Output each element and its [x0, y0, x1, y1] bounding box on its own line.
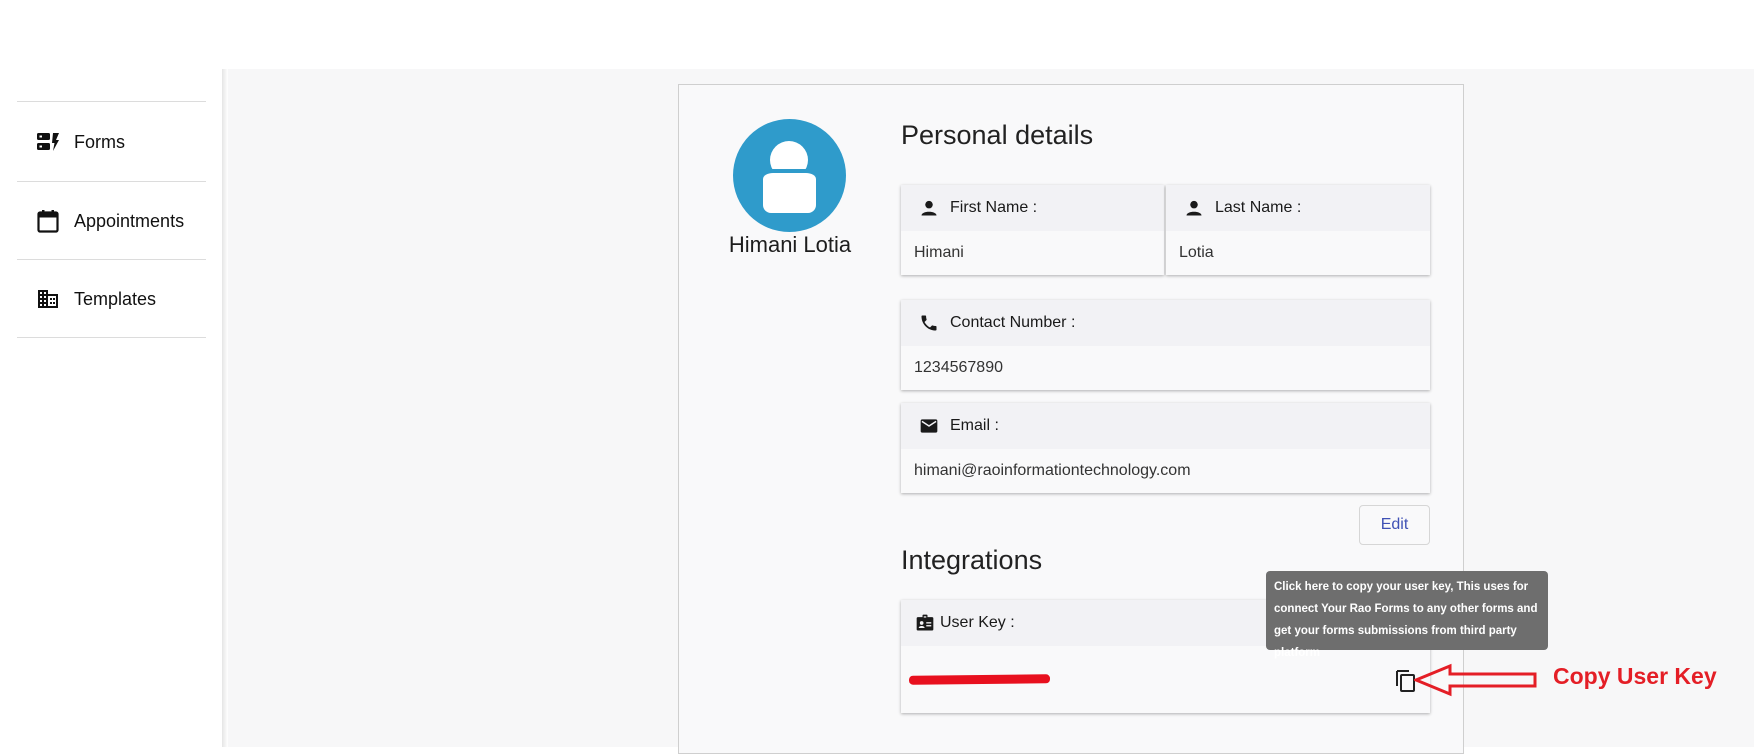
business-icon	[36, 287, 60, 311]
phone-icon	[918, 312, 940, 334]
edit-button[interactable]: Edit	[1359, 505, 1430, 545]
user-key-label: User Key :	[940, 614, 1015, 631]
first-name-field: First Name : Himani	[901, 185, 1164, 275]
first-name-label: First Name :	[950, 199, 1038, 216]
sidebar-item-label: Forms	[74, 131, 125, 152]
copy-key-tooltip: Click here to copy your user key, This u…	[1266, 571, 1548, 659]
nav-divider	[17, 337, 206, 338]
sidebar-item-forms[interactable]: Forms	[17, 103, 206, 181]
annotation-label: Copy User Key	[1553, 663, 1717, 689]
badge-icon	[914, 612, 936, 634]
last-name-value: Lotia	[1179, 244, 1214, 261]
avatar	[733, 119, 846, 232]
contact-number-field: Contact Number : 1234567890	[901, 300, 1430, 390]
email-field: Email : himani@raoinformationtechnology.…	[901, 403, 1430, 493]
sidebar-item-templates[interactable]: Templates	[17, 260, 206, 338]
last-name-field: Last Name : Lotia	[1166, 185, 1430, 275]
nav-divider	[17, 101, 206, 102]
personal-details-heading: Personal details	[901, 120, 1094, 150]
last-name-label: Last Name :	[1215, 199, 1302, 216]
calendar-icon	[36, 209, 60, 233]
annotation-arrow-icon	[1414, 663, 1537, 697]
avatar-body-shape	[763, 169, 816, 213]
first-name-value: Himani	[914, 244, 964, 261]
email-value: himani@raoinformationtechnology.com	[914, 462, 1191, 479]
profile-name: Himani Lotia	[728, 232, 852, 257]
integrations-heading: Integrations	[901, 545, 1043, 575]
sidebar-item-label: Templates	[74, 288, 157, 309]
person-icon	[1183, 197, 1205, 219]
person-icon	[918, 197, 940, 219]
user-key-value-redacted	[908, 674, 1051, 685]
mail-icon	[918, 415, 940, 437]
forms-icon	[36, 130, 60, 154]
contact-number-label: Contact Number :	[950, 314, 1076, 331]
email-label: Email :	[950, 417, 999, 434]
sidebar-item-appointments[interactable]: Appointments	[17, 182, 206, 260]
contact-number-value: 1234567890	[914, 359, 1003, 376]
sidebar-item-label: Appointments	[74, 210, 185, 231]
